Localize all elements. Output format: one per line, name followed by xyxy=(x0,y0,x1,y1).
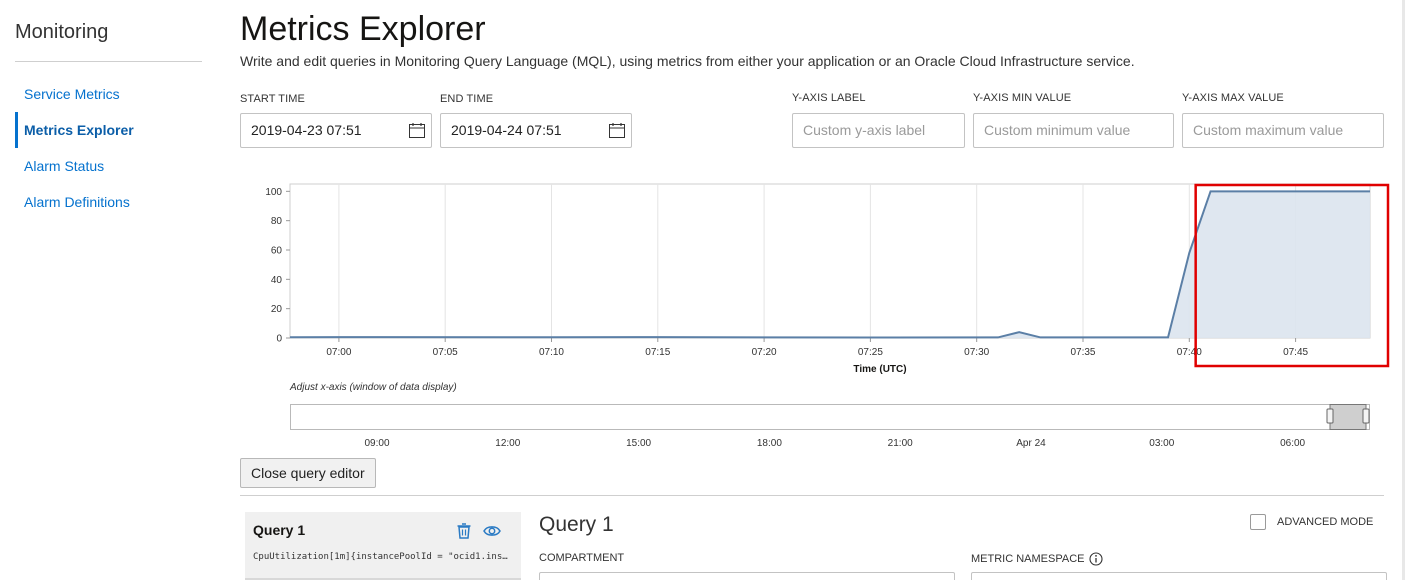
advanced-mode-checkbox[interactable] xyxy=(1250,514,1266,530)
query-mql-preview: CpuUtilization[1m]{instancePoolId = "oci… xyxy=(253,552,508,562)
trash-icon[interactable] xyxy=(455,522,473,540)
x-tick-label: 07:00 xyxy=(326,347,351,358)
navigator-tick-label: 21:00 xyxy=(888,438,913,449)
compartment-label-text: COMPARTMENT xyxy=(539,552,625,564)
x-tick-label: 07:30 xyxy=(964,347,989,358)
metric-namespace-label-text: METRIC NAMESPACE xyxy=(971,553,1085,565)
navigator-tick-label: 12:00 xyxy=(495,438,520,449)
sidebar-item-alarm-definitions[interactable]: Alarm Definitions xyxy=(15,184,205,220)
y-axis-min-field[interactable] xyxy=(973,113,1174,148)
sidebar: Monitoring Service Metrics Metrics Explo… xyxy=(0,0,215,580)
metric-namespace-label: METRIC NAMESPACE xyxy=(971,552,1104,566)
end-time-value: 2019-04-24 07:51 xyxy=(451,122,562,138)
y-tick-label: 80 xyxy=(271,216,283,227)
x-tick-label: 07:40 xyxy=(1177,347,1202,358)
navigator-tick-label: 03:00 xyxy=(1149,438,1174,449)
y-axis-min-input[interactable] xyxy=(984,114,1173,146)
start-time-label: START TIME xyxy=(240,93,305,105)
y-tick-label: 40 xyxy=(271,275,283,286)
metric-namespace-select[interactable] xyxy=(971,572,1387,580)
query-card[interactable]: Query 1 CpuUtilization[1m]{instancePoolI… xyxy=(245,512,521,580)
navigator-handle-left[interactable] xyxy=(1326,408,1334,424)
info-icon[interactable] xyxy=(1089,552,1104,566)
y-tick-label: 0 xyxy=(276,334,282,345)
navigator-tick-label: 15:00 xyxy=(626,438,651,449)
navigator-tick-label: 06:00 xyxy=(1280,438,1305,449)
x-tick-label: 07:35 xyxy=(1070,347,1095,358)
y-tick-label: 60 xyxy=(271,246,283,257)
advanced-mode-toggle[interactable]: ADVANCED MODE xyxy=(1250,514,1373,530)
x-axis-navigator[interactable]: 09:00 12:00 15:00 18:00 21:00 Apr 24 03:00 06:0… xyxy=(240,400,1400,455)
navigator-track xyxy=(290,404,1370,430)
y-axis-max-field[interactable] xyxy=(1182,113,1384,148)
y-tick-label: 20 xyxy=(271,304,283,315)
end-time-label: END TIME xyxy=(440,93,494,105)
sidebar-item-alarm-status[interactable]: Alarm Status xyxy=(15,148,205,184)
x-tick-label: 07:10 xyxy=(539,347,564,358)
navigator-tick-label: 09:00 xyxy=(364,438,389,449)
navigator-window[interactable] xyxy=(1329,404,1367,430)
navigator-tick-label: Apr 24 xyxy=(1016,438,1046,449)
y-axis-max-label: Y-AXIS MAX VALUE xyxy=(1182,92,1284,104)
navigator-tick-label: 18:00 xyxy=(757,438,782,449)
navigator-handle-right[interactable] xyxy=(1362,408,1370,424)
x-tick-label: 07:45 xyxy=(1283,347,1308,358)
x-tick-label: 07:20 xyxy=(752,347,777,358)
close-query-editor-button[interactable]: Close query editor xyxy=(240,458,376,488)
end-time-field[interactable]: 2019-04-24 07:51 xyxy=(440,113,632,148)
page-subtitle: Write and edit queries in Monitoring Que… xyxy=(240,53,1135,69)
x-tick-label: 07:05 xyxy=(433,347,458,358)
eye-icon[interactable] xyxy=(483,522,501,540)
y-axis-label-field[interactable] xyxy=(792,113,965,148)
x-tick-label: 07:15 xyxy=(645,347,670,358)
section-divider xyxy=(240,495,1384,496)
y-axis-label-input[interactable] xyxy=(803,114,964,146)
y-tick-label: 100 xyxy=(265,187,282,198)
start-time-field[interactable]: 2019-04-23 07:51 xyxy=(240,113,432,148)
sidebar-item-service-metrics[interactable]: Service Metrics xyxy=(15,76,205,112)
metrics-chart: 07:00 07:05 07:10 07:15 07:20 07:25 07:30 07:35… xyxy=(265,183,1390,375)
sidebar-item-metrics-explorer[interactable]: Metrics Explorer xyxy=(15,112,205,148)
sidebar-divider xyxy=(15,61,202,62)
calendar-icon[interactable] xyxy=(609,123,625,138)
sidebar-nav: Service Metrics Metrics Explorer Alarm S… xyxy=(15,76,205,220)
y-axis-max-input[interactable] xyxy=(1193,114,1383,146)
page-title: Metrics Explorer xyxy=(240,10,486,48)
query-card-title: Query 1 xyxy=(253,522,306,538)
navigator-label: Adjust x-axis (window of data display) xyxy=(290,382,457,393)
advanced-mode-label: ADVANCED MODE xyxy=(1277,516,1374,528)
sidebar-title: Monitoring xyxy=(15,21,109,43)
start-time-value: 2019-04-23 07:51 xyxy=(251,122,362,138)
y-axis-label-label: Y-AXIS LABEL xyxy=(792,92,866,104)
x-axis-label: Time (UTC) xyxy=(853,364,906,375)
compartment-label: COMPARTMENT xyxy=(539,552,624,564)
x-tick-label: 07:25 xyxy=(858,347,883,358)
calendar-icon[interactable] xyxy=(409,123,425,138)
query-heading: Query 1 xyxy=(539,513,614,536)
y-axis-min-label: Y-AXIS MIN VALUE xyxy=(973,92,1072,104)
compartment-select[interactable] xyxy=(539,572,955,580)
